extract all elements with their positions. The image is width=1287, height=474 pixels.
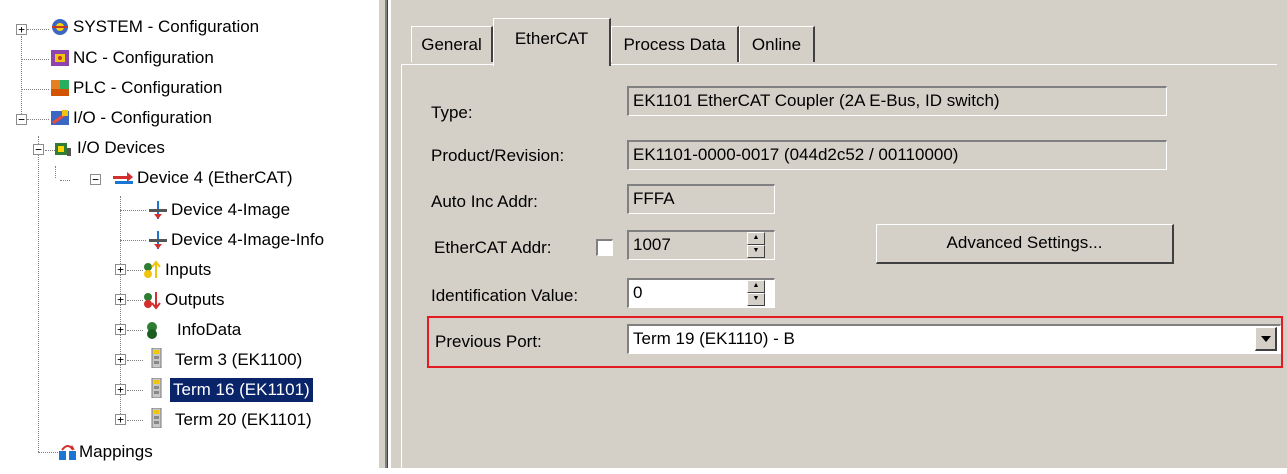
tree-label-device4[interactable]: Device 4 (EtherCAT) <box>134 166 296 190</box>
properties-panel: General EtherCAT Process Data Online Typ… <box>391 0 1287 474</box>
terminal-icon <box>151 348 162 368</box>
identification-value-spinner[interactable]: ▲ ▼ <box>747 280 765 306</box>
tree-connector <box>127 390 143 391</box>
tree-label-inputs[interactable]: Inputs <box>162 258 214 282</box>
tree-label-nc[interactable]: NC - Configuration <box>70 46 217 70</box>
nc-config-icon <box>51 50 69 66</box>
tree-connector <box>127 420 143 421</box>
tree-label-device4-image-info[interactable]: Device 4-Image-Info <box>168 228 327 252</box>
ethercat-tab-page <box>401 64 1277 474</box>
expand-toggle[interactable]: + <box>115 324 126 335</box>
type-label: Type: <box>431 103 473 122</box>
collapse-toggle[interactable]: − <box>16 114 27 125</box>
spin-down-icon[interactable]: ▼ <box>747 245 765 258</box>
expand-toggle[interactable]: + <box>115 384 126 395</box>
outputs-icon <box>144 292 161 310</box>
tree-label-mappings[interactable]: Mappings <box>76 440 156 464</box>
ethercat-addr-label: EtherCAT Addr: <box>434 238 552 257</box>
advanced-settings-button[interactable]: Advanced Settings... <box>876 224 1174 264</box>
plc-config-icon <box>51 80 69 96</box>
tree-connector <box>21 89 49 90</box>
tree-label-term16[interactable]: Term 16 (EK1101) <box>170 378 313 402</box>
tree-connector <box>27 119 49 120</box>
identification-value-label: Identification Value: <box>431 286 579 305</box>
tree-label-term20[interactable]: Term 20 (EK1101) <box>172 408 315 432</box>
expand-toggle[interactable]: + <box>115 264 126 275</box>
tree-connector <box>38 452 58 453</box>
tree-label-outputs[interactable]: Outputs <box>162 288 228 312</box>
collapse-toggle[interactable]: − <box>33 144 44 155</box>
tree-label-plc[interactable]: PLC - Configuration <box>70 76 225 100</box>
spin-up-icon[interactable]: ▲ <box>747 280 765 293</box>
auto-inc-addr-field: FFFA <box>627 184 775 214</box>
tree-connector <box>127 330 143 331</box>
type-field: EK1101 EtherCAT Coupler (2A E-Bus, ID sw… <box>627 86 1167 116</box>
expand-toggle[interactable]: + <box>115 294 126 305</box>
tree-connector <box>127 300 143 301</box>
tab-general[interactable]: General <box>411 26 493 62</box>
tree-connector <box>120 210 146 211</box>
tree-connector <box>60 180 70 181</box>
tree-label-device4-image[interactable]: Device 4-Image <box>168 198 293 222</box>
inputs-icon <box>144 260 161 278</box>
infodata-icon <box>147 322 157 339</box>
terminal-icon <box>151 408 162 428</box>
expand-toggle[interactable]: + <box>115 354 126 365</box>
pane-splitter[interactable] <box>378 0 388 468</box>
tree-connector <box>55 166 56 178</box>
terminal-icon <box>151 378 162 398</box>
tab-online[interactable]: Online <box>739 26 815 62</box>
tree-connector <box>21 36 22 124</box>
auto-inc-addr-label: Auto Inc Addr: <box>431 192 538 211</box>
product-revision-field: EK1101-0000-0017 (044d2c52 / 00110000) <box>627 140 1167 170</box>
tree-connector <box>127 360 143 361</box>
tree-label-io-devices[interactable]: I/O Devices <box>74 136 168 160</box>
image-icon <box>149 201 167 219</box>
ethercat-device-icon <box>113 172 133 184</box>
previous-port-highlight <box>427 316 1283 368</box>
mappings-icon <box>59 445 76 460</box>
spin-up-icon[interactable]: ▲ <box>747 232 765 245</box>
tree-label-io[interactable]: I/O - Configuration <box>70 106 215 130</box>
tree-connector <box>120 240 146 241</box>
collapse-toggle[interactable]: − <box>90 174 101 185</box>
expand-toggle[interactable]: + <box>16 24 27 35</box>
io-devices-icon <box>55 143 71 156</box>
ethercat-addr-checkbox[interactable] <box>596 239 613 256</box>
tab-process-data[interactable]: Process Data <box>611 26 739 62</box>
expand-toggle[interactable]: + <box>115 414 126 425</box>
product-revision-label: Product/Revision: <box>431 146 565 165</box>
tree-label-infodata[interactable]: InfoData <box>174 318 244 342</box>
config-tree[interactable]: + SYSTEM - Configuration NC - Configurat… <box>0 0 378 468</box>
tree-connector <box>38 136 39 452</box>
tree-connector <box>27 29 49 30</box>
spin-down-icon[interactable]: ▼ <box>747 293 765 306</box>
tab-ethercat[interactable]: EtherCAT <box>493 18 611 66</box>
io-config-icon <box>51 110 69 125</box>
tree-label-system[interactable]: SYSTEM - Configuration <box>70 15 262 39</box>
tree-connector <box>127 270 143 271</box>
tree-label-term3[interactable]: Term 3 (EK1100) <box>172 348 305 372</box>
system-config-icon <box>52 19 68 35</box>
image-info-icon <box>149 231 167 249</box>
tree-connector <box>21 59 49 60</box>
ethercat-addr-spinner[interactable]: ▲ ▼ <box>747 232 765 258</box>
